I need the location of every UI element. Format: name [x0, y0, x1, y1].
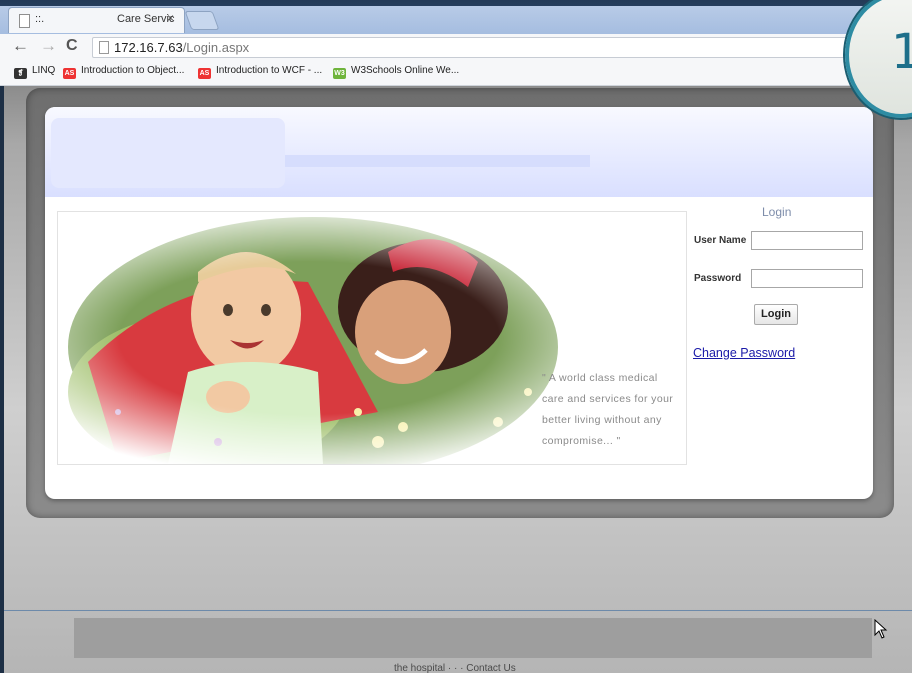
page-background: " A world class medical care and service…	[4, 86, 912, 673]
forward-icon[interactable]: →	[40, 37, 57, 55]
w3-icon: W3	[333, 68, 346, 79]
screen: ::. Care Servic × ← → C 172.16.7.63/Logi…	[0, 0, 912, 673]
username-input[interactable]	[751, 231, 863, 250]
logo-placeholder	[51, 118, 285, 188]
url-host: 172.16.7.63	[114, 40, 183, 55]
mouse-cursor-icon	[874, 619, 888, 639]
pin-icon: ❡	[14, 68, 27, 79]
bookmark-label: LINQ	[32, 65, 56, 76]
username-label: User Name	[694, 235, 747, 246]
password-label: Password	[694, 273, 742, 284]
url-text: 172.16.7.63/Login.aspx	[114, 40, 249, 55]
tab-title: Care Servic	[117, 13, 175, 25]
change-password-link[interactable]: Change Password	[693, 346, 795, 360]
tab-title-left: ::.	[35, 13, 45, 25]
banner-stripe	[285, 155, 590, 167]
login-button[interactable]: Login	[754, 304, 798, 325]
reload-icon[interactable]: C	[66, 37, 78, 55]
login-heading: Login	[762, 205, 792, 219]
browser-tab[interactable]: ::. Care Servic ×	[8, 7, 185, 33]
bookmark-w3schools[interactable]: W3 W3Schools Online We...	[333, 65, 459, 79]
address-bar[interactable]: 172.16.7.63/Login.aspx	[92, 37, 904, 58]
bookmark-label: Introduction to Object...	[81, 65, 185, 76]
page-icon	[99, 41, 109, 54]
bookmark-intro-wcf[interactable]: AS Introduction to WCF - ...	[198, 65, 322, 79]
password-input[interactable]	[751, 269, 863, 288]
header-banner	[45, 107, 873, 197]
step-number: 1	[891, 24, 912, 80]
close-tab-icon[interactable]: ×	[167, 11, 174, 25]
url-path: /Login.aspx	[182, 40, 250, 55]
as-icon: AS	[63, 68, 76, 79]
as-icon: AS	[198, 68, 211, 79]
tagline: " A world class medical care and service…	[542, 372, 674, 447]
bookmark-linq[interactable]: ❡ LINQ	[14, 65, 55, 79]
footer-divider	[4, 610, 912, 611]
hero-photo: " A world class medical care and service…	[57, 211, 687, 465]
bookmark-intro-object[interactable]: AS Introduction to Object...	[63, 65, 184, 79]
page-icon	[19, 14, 30, 28]
back-icon[interactable]: ←	[12, 37, 29, 55]
footer-bar	[74, 618, 872, 658]
bookmarks-bar: ❡ LINQ AS Introduction to Object... AS Intr…	[0, 60, 912, 86]
bookmark-label: W3Schools Online We...	[351, 65, 460, 76]
bookmark-label: Introduction to WCF - ...	[216, 65, 323, 76]
footer-text: the hospital · · · Contact Us	[394, 663, 516, 673]
tab-bar: ::. Care Servic ×	[0, 0, 912, 34]
login-card: " A world class medical care and service…	[45, 107, 873, 499]
